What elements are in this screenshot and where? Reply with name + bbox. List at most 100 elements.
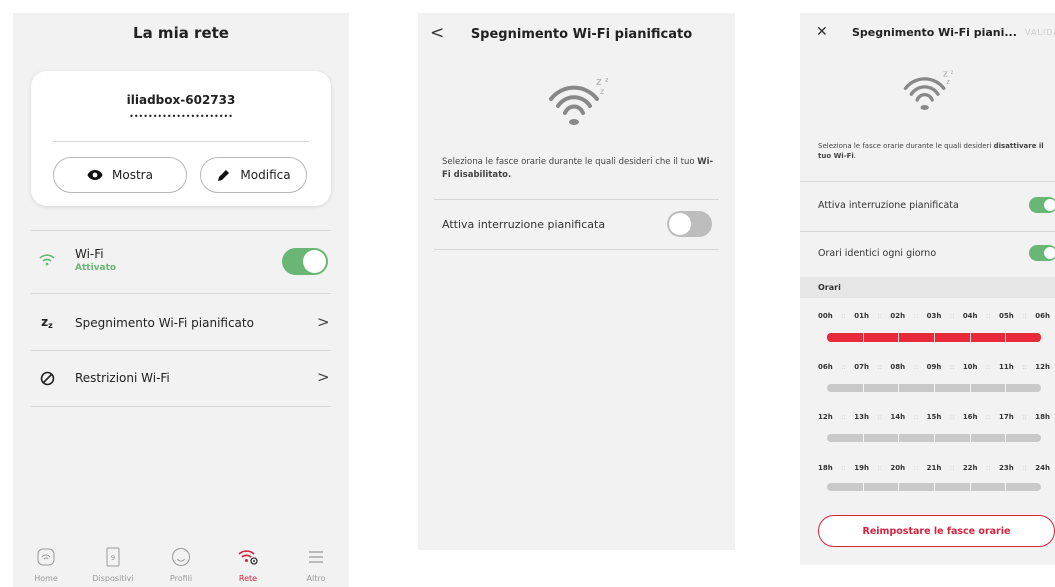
svg-text:z: z	[605, 76, 608, 84]
hour-separator: ::	[913, 413, 919, 421]
hour-separator: ::	[1022, 464, 1027, 472]
hour-separator: ::	[913, 312, 919, 320]
hour-separator: ::	[841, 413, 846, 421]
bar-tick	[862, 434, 864, 442]
schedule-toggle[interactable]	[667, 211, 712, 237]
time-range-bar-active[interactable]	[827, 333, 1041, 342]
hour-label: 05h	[999, 312, 1014, 320]
bar-tick	[862, 483, 864, 491]
hour-label: 12h	[818, 413, 833, 421]
hour-label: 11h	[999, 363, 1014, 371]
hour-separator: ::	[913, 363, 919, 371]
time-range-bar[interactable]	[827, 483, 1041, 491]
block-icon	[38, 369, 56, 387]
wifi-icon	[38, 251, 56, 269]
network-name: iliadbox-602733	[126, 93, 236, 107]
hour-separator: ::	[877, 413, 883, 421]
validate-button[interactable]: VALIDA	[1025, 28, 1055, 37]
divider	[434, 249, 719, 250]
edit-network-button[interactable]: Modifica	[200, 157, 307, 193]
nav-home[interactable]: Home	[21, 547, 71, 583]
bar-tick	[1005, 483, 1007, 491]
sleep-icon: zz	[41, 315, 53, 330]
hour-label: 15h	[926, 413, 942, 421]
hour-separator: ::	[913, 464, 919, 472]
show-password-label: Mostra	[112, 168, 153, 182]
wifi-status: Attivato	[75, 263, 117, 273]
toggle-knob	[303, 250, 326, 273]
hour-label: 06h	[1035, 312, 1050, 320]
hour-label: 17h	[999, 413, 1014, 421]
close-icon[interactable]: ✕	[816, 24, 828, 40]
time-range-bar[interactable]	[827, 384, 1041, 392]
hour-label: 02h	[890, 312, 906, 320]
hour-separator: ::	[949, 363, 955, 371]
hour-label: 00h	[818, 312, 833, 320]
schedule-description: Seleziona le fasce orarie durante le qua…	[818, 142, 1044, 160]
hour-label: 06h	[818, 363, 833, 371]
network-password: ••••••••••••••••••••••	[129, 112, 233, 121]
nav-profiles[interactable]: Profili	[156, 547, 206, 583]
time-range-labels: 06h:: 07h:: 08h:: 09h:: 10h:: 11h:: 12h	[818, 363, 1050, 371]
svg-text:9: 9	[111, 554, 115, 562]
screen-my-network: La mia rete iliadbox-602733 ••••••••••••…	[13, 13, 349, 587]
wifi-schedule-label: Spegnimento Wi-Fi pianificato	[75, 316, 254, 330]
hour-label: 09h	[926, 363, 942, 371]
same-hours-toggle[interactable]	[1029, 245, 1055, 261]
svg-text:z: z	[600, 87, 604, 96]
toggle-knob	[669, 213, 691, 235]
nav-more[interactable]: Altro	[291, 547, 341, 583]
time-range-labels: 00h:: 01h:: 02h:: 03h:: 04h:: 05h:: 06h	[818, 312, 1050, 320]
bar-tick	[898, 384, 900, 392]
devices-icon: 9	[106, 547, 120, 567]
hour-label: 19h	[854, 464, 869, 472]
schedule-toggle-label: Attiva interruzione pianificata	[442, 218, 606, 231]
hour-separator: ::	[841, 363, 846, 371]
bar-tick	[898, 434, 900, 442]
bar-tick	[934, 434, 935, 442]
nav-devices[interactable]: 9 Dispositivi	[88, 547, 138, 583]
hour-label: 13h	[854, 413, 869, 421]
svg-text:z: z	[951, 70, 954, 76]
nav-network[interactable]: Rete	[223, 547, 273, 583]
home-icon	[37, 548, 55, 566]
bar-tick	[898, 333, 900, 342]
hour-label: 01h	[854, 312, 869, 320]
bar-tick	[934, 384, 935, 392]
hour-separator: ::	[949, 312, 955, 320]
wifi-sleep-icon: zzz	[903, 65, 954, 119]
time-range-labels: 12h:: 13h:: 14h:: 15h:: 16h:: 17h:: 18h	[818, 413, 1050, 421]
page-title: La mia rete	[133, 24, 229, 42]
hour-label: 22h	[962, 464, 978, 472]
schedule-toggle[interactable]	[1029, 197, 1055, 213]
wifi-schedule-row[interactable]: zz Spegnimento Wi-Fi pianificato >	[13, 294, 349, 350]
hour-label: 18h	[818, 464, 833, 472]
hour-label: 08h	[890, 363, 906, 371]
bar-tick	[969, 384, 971, 392]
screen-wifi-schedule: < Spegnimento Wi-Fi pianificato zzz Sele…	[418, 13, 735, 550]
hour-separator: ::	[949, 413, 955, 421]
nav-profiles-label: Profili	[169, 574, 193, 583]
divider	[800, 181, 1055, 182]
divider	[31, 406, 331, 407]
hour-label: 24h	[1035, 464, 1050, 472]
hour-separator: ::	[1022, 363, 1027, 371]
hour-label: 23h	[999, 464, 1014, 472]
wifi-row: Wi-Fi Attivato	[13, 231, 349, 293]
hour-label: 18h	[1035, 413, 1050, 421]
schedule-toggle-label: Attiva interruzione pianificata	[818, 200, 959, 211]
divider	[800, 231, 1055, 232]
wifi-restrictions-row[interactable]: Restrizioni Wi-Fi >	[13, 351, 349, 406]
bar-tick	[862, 384, 864, 392]
hour-separator: ::	[985, 464, 991, 472]
nav-devices-label: Dispositivi	[92, 574, 134, 583]
reset-hours-button[interactable]: Reimpostare le fasce orarie	[818, 515, 1055, 547]
profiles-icon	[172, 548, 190, 566]
wifi-toggle[interactable]	[282, 248, 328, 275]
hour-label: 07h	[854, 363, 869, 371]
card-divider	[53, 141, 309, 142]
divider	[434, 199, 719, 200]
time-range-bar[interactable]	[827, 434, 1041, 442]
hour-label: 21h	[926, 464, 942, 472]
show-password-button[interactable]: Mostra	[53, 157, 187, 193]
